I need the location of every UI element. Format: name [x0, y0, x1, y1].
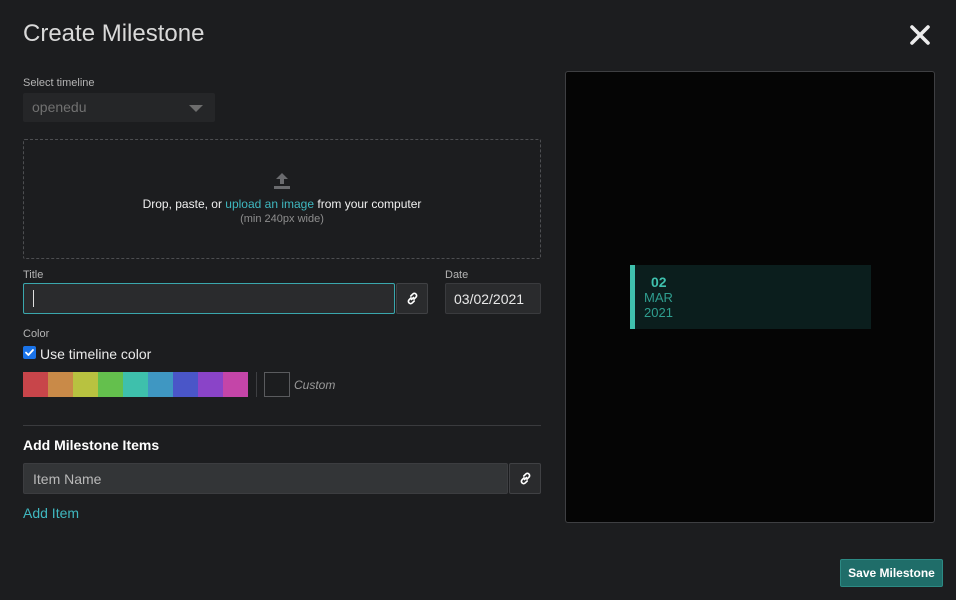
use-timeline-color-label[interactable]: Use timeline color — [40, 346, 151, 362]
link-icon — [520, 472, 530, 485]
add-item-link[interactable]: Add Item — [23, 505, 79, 521]
upload-icon — [274, 173, 290, 189]
color-swatch-7[interactable] — [173, 372, 198, 397]
close-button[interactable] — [906, 21, 934, 49]
close-icon — [910, 25, 930, 45]
select-timeline-label: Select timeline — [23, 77, 95, 89]
save-milestone-button[interactable]: Save Milestone — [840, 559, 943, 587]
checkmark-icon — [25, 349, 34, 356]
section-divider — [23, 425, 541, 426]
color-swatch-4[interactable] — [98, 372, 123, 397]
color-swatch-9[interactable] — [223, 372, 248, 397]
color-swatches — [23, 372, 248, 397]
date-input[interactable]: 03/02/2021 — [445, 283, 541, 314]
color-swatch-6[interactable] — [148, 372, 173, 397]
text-cursor — [33, 290, 34, 307]
milestone-preview: 02 MAR 2021 — [565, 71, 935, 523]
custom-color-picker[interactable] — [264, 372, 290, 397]
timeline-select-value: openedu — [32, 99, 87, 115]
custom-color-label: Custom — [294, 378, 336, 392]
milestone-color-bar — [630, 265, 635, 329]
milestone-day: 02 — [651, 274, 667, 290]
dropzone-suffix: from your computer — [314, 197, 422, 211]
dropzone-prefix: Drop, paste, or — [142, 197, 226, 211]
date-label: Date — [445, 269, 469, 281]
milestone-year: 2021 — [644, 305, 673, 320]
title-input[interactable] — [23, 283, 395, 314]
color-label: Color — [23, 328, 50, 340]
item-link-button[interactable] — [509, 463, 541, 494]
milestone-card: 02 MAR 2021 — [630, 265, 871, 329]
use-timeline-color-checkbox[interactable] — [23, 346, 36, 359]
color-swatch-1[interactable] — [23, 372, 48, 397]
swatch-divider — [256, 372, 257, 397]
dialog-title: Create Milestone — [23, 20, 205, 47]
dropzone-instructions: Drop, paste, or upload an image from you… — [24, 197, 540, 211]
link-icon — [407, 292, 417, 305]
milestone-items-heading: Add Milestone Items — [23, 437, 160, 453]
chevron-down-icon — [189, 105, 203, 112]
color-swatch-5[interactable] — [123, 372, 148, 397]
create-milestone-dialog: Create Milestone Select timeline openedu… — [0, 0, 956, 600]
milestone-month: MAR — [644, 290, 673, 305]
color-swatch-3[interactable] — [73, 372, 98, 397]
color-swatch-8[interactable] — [198, 372, 223, 397]
title-label: Title — [23, 269, 44, 281]
item-name-input[interactable]: Item Name — [23, 463, 508, 494]
image-dropzone[interactable]: Drop, paste, or upload an image from you… — [23, 139, 541, 259]
timeline-select[interactable]: openedu — [23, 93, 215, 122]
color-swatch-2[interactable] — [48, 372, 73, 397]
upload-image-link[interactable]: upload an image — [225, 197, 314, 211]
title-link-button[interactable] — [396, 283, 428, 314]
dropzone-hint: (min 240px wide) — [240, 213, 324, 225]
